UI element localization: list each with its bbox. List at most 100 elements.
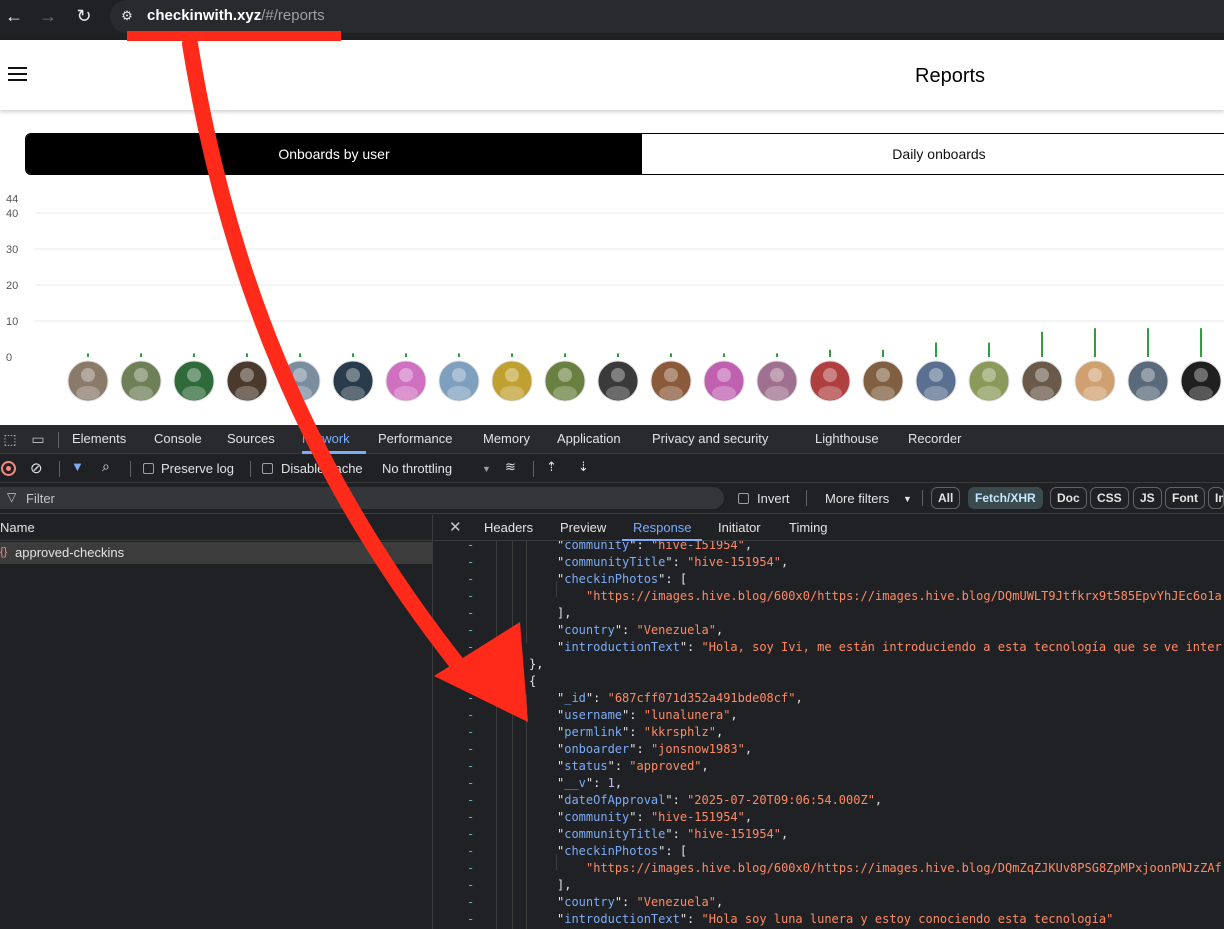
tab-daily-onboards[interactable]: Daily onboards — [642, 134, 1224, 174]
devtools-tab-network[interactable]: Network — [302, 431, 350, 446]
chip-font[interactable]: Font — [1165, 487, 1205, 509]
inspect-element-icon[interactable]: ⬚ — [0, 429, 20, 449]
devtools-tab-memory[interactable]: Memory — [483, 431, 530, 446]
chip-css[interactable]: CSS — [1090, 487, 1129, 509]
bar-user-16[interactable] — [882, 349, 884, 357]
line-marker: - — [467, 759, 475, 773]
user-avatar[interactable] — [1074, 360, 1116, 402]
user-avatar[interactable] — [862, 360, 904, 402]
bar-user-3[interactable] — [193, 353, 195, 357]
tab-onboards-by-user[interactable]: Onboards by user — [26, 134, 642, 174]
bar-user-22[interactable] — [1200, 328, 1202, 357]
clear-icon[interactable]: ⊘ — [30, 459, 43, 477]
url-text[interactable]: checkinwith.xyz/#/reports — [147, 7, 325, 24]
request-row[interactable]: {} approved-checkins — [0, 542, 433, 564]
user-avatar[interactable] — [385, 360, 427, 402]
bar-user-15[interactable] — [829, 349, 831, 357]
column-name[interactable]: Name — [0, 520, 35, 535]
bar-user-13[interactable] — [723, 353, 725, 357]
bar-user-11[interactable] — [617, 353, 619, 357]
bar-user-20[interactable] — [1094, 328, 1096, 357]
bar-user-10[interactable] — [564, 353, 566, 357]
user-avatar[interactable] — [67, 360, 109, 402]
devtools-tab-privacy[interactable]: Privacy and security — [652, 431, 768, 446]
more-filters-button[interactable]: More filters — [825, 491, 889, 506]
bar-user-8[interactable] — [458, 353, 460, 357]
chevron-down-icon[interactable]: ▼ — [482, 464, 491, 474]
user-avatar[interactable] — [491, 360, 533, 402]
devtools-tab-performance[interactable]: Performance — [378, 431, 452, 446]
user-avatar[interactable] — [650, 360, 692, 402]
invert-checkbox[interactable] — [738, 493, 749, 504]
bar-user-18[interactable] — [988, 342, 990, 357]
bar-user-1[interactable] — [87, 353, 89, 357]
bar-user-9[interactable] — [511, 353, 513, 357]
user-avatar[interactable] — [226, 360, 268, 402]
chip-all[interactable]: All — [931, 487, 961, 509]
detail-tab-headers[interactable]: Headers — [484, 520, 533, 535]
preserve-log-checkbox[interactable] — [143, 463, 154, 474]
user-avatar[interactable] — [173, 360, 215, 402]
bar-user-12[interactable] — [670, 353, 672, 357]
back-icon[interactable]: ← — [2, 5, 26, 29]
json-value: }, — [529, 657, 544, 671]
bar-user-14[interactable] — [776, 353, 778, 357]
throttling-select[interactable]: No throttling — [382, 461, 452, 476]
chip-doc[interactable]: Doc — [1050, 487, 1087, 509]
bar-user-7[interactable] — [405, 353, 407, 357]
user-avatar[interactable] — [756, 360, 798, 402]
bar-user-19[interactable] — [1041, 331, 1043, 357]
site-settings-icon[interactable]: ⚙ — [118, 7, 136, 25]
bar-user-5[interactable] — [299, 353, 301, 357]
user-avatar[interactable] — [332, 360, 374, 402]
chip-img[interactable]: Img — [1208, 487, 1224, 509]
devtools-tab-recorder[interactable]: Recorder — [908, 431, 961, 446]
detail-tab-timing[interactable]: Timing — [789, 520, 828, 535]
filter-funnel-icon[interactable]: ▼ — [71, 459, 84, 474]
detail-tab-initiator[interactable]: Initiator — [718, 520, 761, 535]
user-avatar[interactable] — [915, 360, 957, 402]
bar-user-2[interactable] — [140, 353, 142, 357]
devtools-tab-application[interactable]: Application — [557, 431, 621, 446]
devtools-tab-sources[interactable]: Sources — [227, 431, 275, 446]
search-icon[interactable]: ⌕ — [102, 458, 110, 475]
detail-tab-response[interactable]: Response — [633, 520, 692, 535]
user-avatar[interactable] — [120, 360, 162, 402]
filter-input[interactable]: ▽ Filter — [0, 487, 724, 509]
detail-tab-preview[interactable]: Preview — [560, 520, 606, 535]
response-body[interactable]: - "community": "hive-151954", - "communityT… — [434, 541, 1224, 929]
record-icon[interactable] — [1, 461, 16, 476]
bar-user-6[interactable] — [352, 353, 354, 357]
json-key: communityTitle — [564, 555, 666, 569]
user-avatar[interactable] — [968, 360, 1010, 402]
user-avatar[interactable] — [809, 360, 851, 402]
bar-user-17[interactable] — [935, 342, 937, 357]
bar-user-21[interactable] — [1147, 328, 1149, 357]
hamburger-menu-icon[interactable] — [8, 67, 27, 81]
import-har-icon[interactable]: ⇡ — [546, 459, 557, 475]
device-toolbar-icon[interactable]: ▭ — [28, 429, 48, 449]
user-avatar[interactable] — [1127, 360, 1169, 402]
chip-js[interactable]: JS — [1133, 487, 1162, 509]
user-avatar[interactable] — [279, 360, 321, 402]
network-conditions-icon[interactable]: ≋ — [505, 459, 516, 475]
bar-user-4[interactable] — [246, 353, 248, 357]
devtools-tab-console[interactable]: Console — [154, 431, 202, 446]
y-tick-label: 30 — [6, 244, 18, 256]
chip-fetch-xhr[interactable]: Fetch/XHR — [968, 487, 1043, 509]
response-line: - "permlink": "kkrsphlz", — [434, 724, 1224, 741]
close-icon[interactable]: ✕ — [449, 518, 462, 536]
devtools-tab-lighthouse[interactable]: Lighthouse — [815, 431, 879, 446]
devtools-tab-elements[interactable]: Elements — [72, 431, 126, 446]
user-avatar[interactable] — [438, 360, 480, 402]
reload-icon[interactable]: ↻ — [72, 5, 96, 29]
export-har-icon[interactable]: ⇣ — [578, 459, 589, 475]
user-avatar[interactable] — [544, 360, 586, 402]
user-avatar[interactable] — [597, 360, 639, 402]
user-avatar[interactable] — [1021, 360, 1063, 402]
forward-icon[interactable]: → — [36, 5, 60, 29]
user-avatar[interactable] — [1180, 360, 1222, 402]
user-avatar[interactable] — [703, 360, 745, 402]
address-bar[interactable]: ⚙ checkinwith.xyz/#/reports — [110, 0, 1224, 33]
disable-cache-checkbox[interactable] — [262, 463, 273, 474]
